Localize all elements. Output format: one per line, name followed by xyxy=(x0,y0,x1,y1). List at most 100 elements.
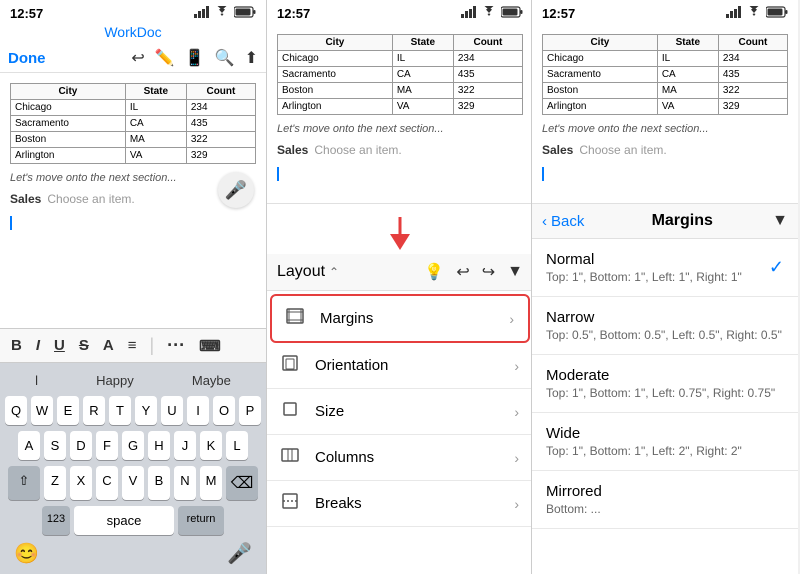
key-j[interactable]: J xyxy=(174,431,196,460)
redo-icon[interactable]: ↪ xyxy=(482,262,495,282)
keyboard-button[interactable]: ⌨ xyxy=(196,335,224,357)
key-a[interactable]: A xyxy=(18,431,40,460)
key-r[interactable]: R xyxy=(83,396,105,425)
text-color-button[interactable]: A xyxy=(100,335,117,356)
breaks-chevron: › xyxy=(514,496,519,512)
key-m[interactable]: M xyxy=(200,466,222,500)
menu-item-size[interactable]: Size › xyxy=(267,389,532,435)
table-cell: 234 xyxy=(718,51,787,67)
undo-icon-2[interactable]: ↩ xyxy=(456,262,469,282)
table-cell: Arlington xyxy=(543,99,658,115)
key-q[interactable]: Q xyxy=(5,396,27,425)
key-space[interactable]: space xyxy=(74,506,174,535)
list-button[interactable]: ≡ xyxy=(125,335,140,356)
key-v[interactable]: V xyxy=(122,466,144,500)
mic-icon-bottom[interactable]: 🎤 xyxy=(227,541,252,566)
key-h[interactable]: H xyxy=(148,431,170,460)
wifi-icon-2 xyxy=(481,6,497,21)
key-p[interactable]: P xyxy=(239,396,261,425)
emoji-icon[interactable]: 😊 xyxy=(14,541,39,566)
bulb-icon[interactable]: 💡 xyxy=(424,262,444,282)
sales-row-3: Sales Choose an item. xyxy=(542,143,788,157)
sales-row-2: Sales Choose an item. xyxy=(277,143,523,157)
panel-3-content: 12:57 City State Cou xyxy=(532,0,798,574)
breaks-icon xyxy=(281,493,303,514)
doc-content-1: City State Count ChicagoIL234SacramentoC… xyxy=(0,73,266,328)
key-n[interactable]: N xyxy=(174,466,196,500)
margins-label: Margins xyxy=(320,310,509,327)
key-delete[interactable]: ⌫ xyxy=(226,466,258,500)
key-w[interactable]: W xyxy=(31,396,53,425)
key-k[interactable]: K xyxy=(200,431,222,460)
key-s[interactable]: S xyxy=(44,431,66,460)
quicktype-maybe[interactable]: Maybe xyxy=(186,370,237,391)
time-1: 12:57 xyxy=(10,6,43,21)
margin-option-item[interactable]: WideTop: 1", Bottom: 1", Left: 2", Right… xyxy=(532,413,798,471)
margins-panel-title: Margins xyxy=(592,212,772,230)
signal-icon xyxy=(194,6,210,21)
pencil-icon[interactable]: ✏️ xyxy=(155,48,175,68)
margin-option-item[interactable]: MirroredBottom: ... xyxy=(532,471,798,529)
more-button[interactable]: ··· xyxy=(164,333,188,358)
margin-option-item[interactable]: NarrowTop: 0.5", Bottom: 0.5", Left: 0.5… xyxy=(532,297,798,355)
key-b[interactable]: B xyxy=(148,466,170,500)
margin-option-desc: Top: 1", Bottom: 1", Left: 1", Right: 1" xyxy=(546,270,742,284)
menu-item-columns[interactable]: Columns › xyxy=(267,435,532,481)
quicktype-l[interactable]: l xyxy=(29,370,44,391)
columns-chevron: › xyxy=(514,450,519,466)
key-c[interactable]: C xyxy=(96,466,118,500)
key-d[interactable]: D xyxy=(70,431,92,460)
key-g[interactable]: G xyxy=(122,431,144,460)
strikethrough-button[interactable]: S xyxy=(76,335,92,356)
key-i[interactable]: I xyxy=(187,396,209,425)
quicktype-happy[interactable]: Happy xyxy=(90,370,140,391)
key-return[interactable]: return xyxy=(178,506,224,535)
col-city-2: City xyxy=(278,35,393,51)
panel-3: 12:57 City State Cou xyxy=(532,0,798,574)
search-icon[interactable]: 🔍 xyxy=(215,48,235,68)
dropdown-icon[interactable]: ▼ xyxy=(507,263,523,281)
text-cursor-3 xyxy=(542,167,544,181)
margin-option-item[interactable]: ModerateTop: 1", Bottom: 1", Left: 0.75"… xyxy=(532,355,798,413)
panel3-dropdown-icon[interactable]: ▼ xyxy=(772,212,788,230)
table-cell: Arlington xyxy=(11,148,126,164)
voice-button-1[interactable]: 🎤 xyxy=(218,172,254,208)
table-cell: 435 xyxy=(186,116,255,132)
key-l[interactable]: L xyxy=(226,431,248,460)
text-cursor-1 xyxy=(10,216,12,230)
key-shift[interactable]: ⇧ xyxy=(8,466,40,500)
italic-button[interactable]: I xyxy=(33,335,43,356)
col-state-1: State xyxy=(125,84,186,100)
menu-item-margins[interactable]: Margins › xyxy=(270,294,530,343)
key-y[interactable]: Y xyxy=(135,396,157,425)
bold-button[interactable]: B xyxy=(8,335,25,356)
key-f[interactable]: F xyxy=(96,431,118,460)
key-o[interactable]: O xyxy=(213,396,235,425)
menu-item-orientation[interactable]: Orientation › xyxy=(267,343,532,389)
key-t[interactable]: T xyxy=(109,396,131,425)
table-row: BostonMA322 xyxy=(11,132,256,148)
phone-icon[interactable]: 📱 xyxy=(185,48,205,68)
format-toolbar: B I U S A ≡ | ··· ⌨ xyxy=(0,328,266,363)
key-123[interactable]: 123 xyxy=(42,506,70,535)
undo-icon[interactable]: ↩ xyxy=(131,48,144,68)
margin-option-info: MirroredBottom: ... xyxy=(546,483,602,516)
status-icons-1 xyxy=(194,6,256,21)
key-x[interactable]: X xyxy=(70,466,92,500)
done-button[interactable]: Done xyxy=(8,50,46,67)
col-state-3: State xyxy=(657,35,718,51)
key-z[interactable]: Z xyxy=(44,466,66,500)
back-button[interactable]: ‹ Back xyxy=(542,213,584,230)
panel-1-content: 12:57 WorkDoc Done ↩ ✏️ xyxy=(0,0,266,574)
underline-button[interactable]: U xyxy=(51,335,68,356)
table-cell: 435 xyxy=(718,67,787,83)
key-e[interactable]: E xyxy=(57,396,79,425)
keyboard-rows: Q W E R T Y U I O P A S D F G xyxy=(2,394,264,537)
share-icon[interactable]: ⬆ xyxy=(245,48,258,68)
orientation-chevron: › xyxy=(514,358,519,374)
key-row-3: ⇧ Z X C V B N M ⌫ xyxy=(4,466,262,500)
key-u[interactable]: U xyxy=(161,396,183,425)
menu-item-breaks[interactable]: Breaks › xyxy=(267,481,532,527)
margin-option-item[interactable]: NormalTop: 1", Bottom: 1", Left: 1", Rig… xyxy=(532,239,798,297)
table-row: SacramentoCA435 xyxy=(278,67,523,83)
